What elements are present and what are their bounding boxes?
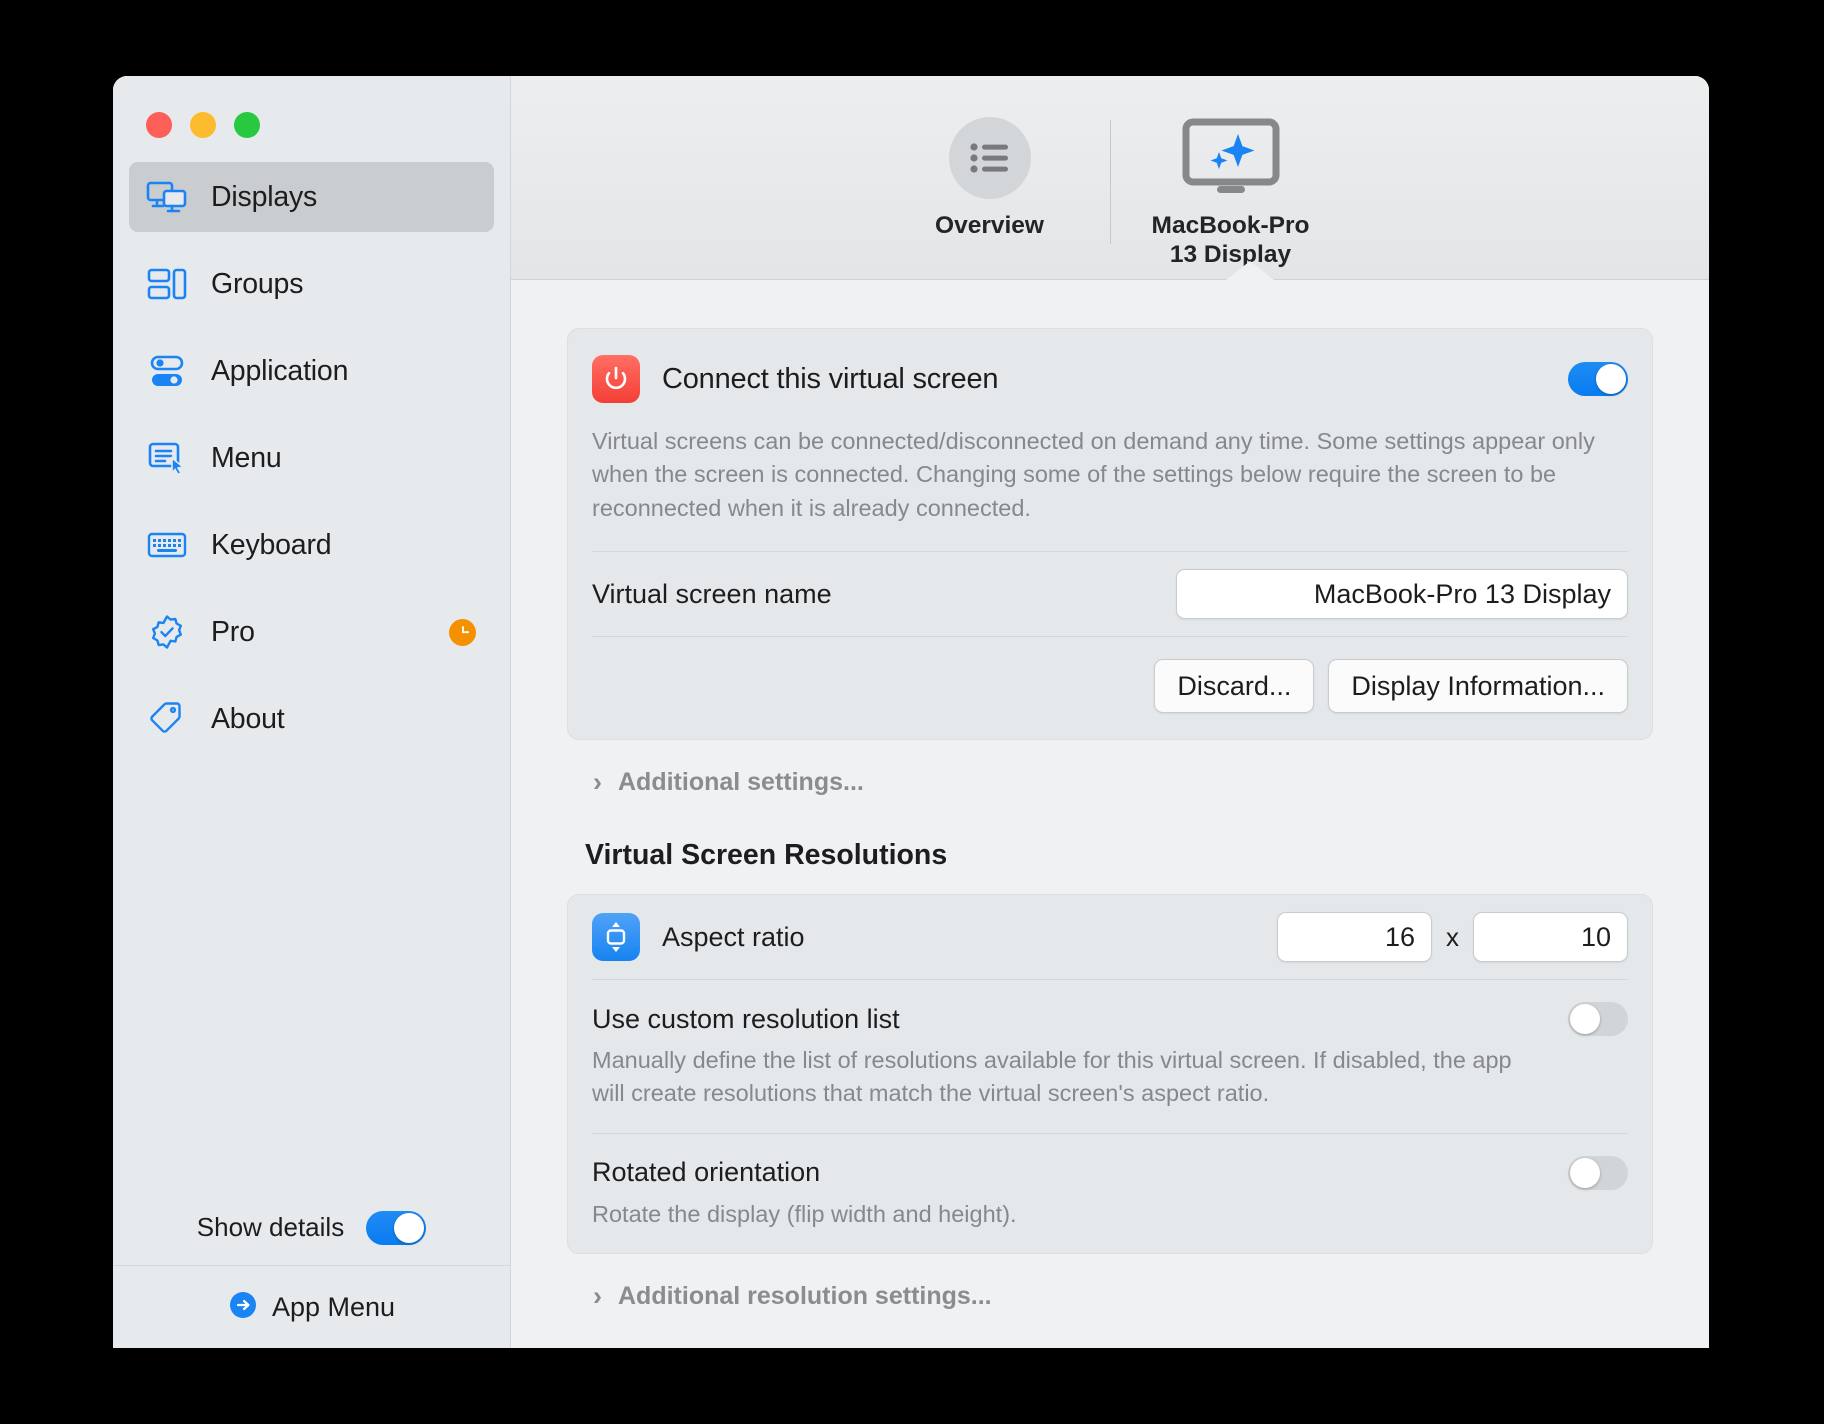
groups-icon [145, 262, 189, 306]
keyboard-icon [145, 523, 189, 567]
app-menu-label: App Menu [271, 1291, 396, 1322]
toolbar-divider [1109, 120, 1111, 244]
use-custom-resolution-list-label: Use custom resolution list [592, 1003, 900, 1034]
aspect-ratio-label: Aspect ratio [662, 921, 805, 952]
sidebar-item-groups[interactable]: Groups [129, 249, 494, 319]
virtual-screen-name-label: Virtual screen name [592, 578, 832, 609]
connect-toggle[interactable] [1568, 362, 1628, 396]
use-custom-resolution-list-row: Use custom resolution list Manually defi… [592, 980, 1628, 1133]
clock-badge [449, 618, 476, 646]
pro-badge-icon [145, 610, 189, 654]
connect-card-header: Connect this virtual screen [592, 329, 1628, 425]
sidebar: Displays Groups Application Menu Keyboar… [113, 76, 511, 1348]
connect-card: Connect this virtual screen Virtual scre… [567, 328, 1653, 741]
sidebar-item-label: Displays [211, 180, 318, 213]
additional-settings-label: Additional settings... [618, 768, 864, 797]
maximize-button[interactable] [234, 112, 260, 138]
tab-overview-label: Overview [935, 212, 1044, 239]
discard-button[interactable]: Discard... [1154, 659, 1315, 714]
sidebar-item-label: Keyboard [211, 528, 332, 561]
aspect-ratio-separator: x [1446, 921, 1459, 952]
aspect-ratio-height-input[interactable]: 10 [1473, 912, 1628, 963]
show-details-row: Show details [113, 1190, 510, 1266]
sidebar-item-label: About [211, 702, 285, 735]
resolutions-card: Aspect ratio 16 x 10 Use custom resoluti… [567, 894, 1653, 1255]
rotated-orientation-row: Rotated orientation Rotate the display (… [592, 1134, 1628, 1253]
sidebar-item-keyboard[interactable]: Keyboard [129, 510, 494, 580]
rotated-orientation-label: Rotated orientation [592, 1157, 821, 1188]
sidebar-item-label: Application [211, 354, 349, 387]
app-window: Displays Groups Application Menu Keyboar… [113, 76, 1709, 1348]
additional-resolution-settings-disclosure[interactable]: › Additional resolution settings... [567, 1254, 1653, 1311]
close-button[interactable] [146, 112, 172, 138]
sidebar-item-about[interactable]: About [129, 684, 494, 754]
aspect-ratio-row: Aspect ratio 16 x 10 [592, 895, 1628, 979]
rotated-orientation-description: Rotate the display (flip width and heigh… [592, 1200, 1017, 1227]
connect-card-buttons: Discard... Display Information... [592, 637, 1628, 739]
sidebar-item-displays[interactable]: Displays [129, 162, 494, 232]
connect-card-title: Connect this virtual screen [662, 362, 999, 395]
minimize-button[interactable] [190, 112, 216, 138]
app-menu-button[interactable]: App Menu [113, 1266, 510, 1348]
use-custom-resolution-list-description: Manually define the list of resolutions … [592, 1047, 1512, 1107]
display-information-button[interactable]: Display Information... [1328, 659, 1628, 714]
content-pane: Connect this virtual screen Virtual scre… [511, 280, 1709, 1348]
chevron-right-icon: › [593, 767, 602, 798]
list-circle-icon [948, 112, 1031, 204]
tab-overview[interactable]: Overview [890, 112, 1090, 241]
additional-resolution-settings-label: Additional resolution settings... [618, 1282, 992, 1311]
sidebar-item-label: Menu [211, 441, 282, 474]
window-controls [113, 76, 510, 162]
power-icon [592, 355, 640, 403]
tab-macbook-pro-13-display[interactable]: MacBook-Pro 13 Display [1131, 112, 1331, 270]
arrow-right-circle-icon [228, 1290, 258, 1325]
sidebar-nav: Displays Groups Application Menu Keyboar… [113, 162, 510, 771]
aspect-ratio-icon [592, 913, 640, 962]
displays-icon [145, 175, 189, 219]
connect-card-description: Virtual screens can be connected/disconn… [592, 428, 1595, 521]
display-sparkle-icon [1181, 112, 1281, 204]
chevron-right-icon: › [593, 1281, 602, 1312]
toolbar: Overview MacBook-Pro 13 Display [511, 76, 1709, 280]
show-details-toggle[interactable] [366, 1210, 427, 1245]
rotated-orientation-toggle[interactable] [1568, 1155, 1628, 1190]
about-tag-icon [145, 697, 189, 741]
use-custom-resolution-list-toggle[interactable] [1568, 1002, 1628, 1037]
additional-settings-disclosure[interactable]: › Additional settings... [567, 740, 1653, 797]
sidebar-item-application[interactable]: Application [129, 336, 494, 406]
application-icon [145, 349, 189, 393]
sidebar-item-label: Groups [211, 267, 304, 300]
sidebar-item-label: Pro [211, 615, 255, 648]
section-title-resolutions: Virtual Screen Resolutions [585, 839, 948, 872]
selected-tab-arrow [1226, 261, 1274, 280]
show-details-label: Show details [196, 1212, 345, 1242]
menu-icon [145, 436, 189, 480]
virtual-screen-name-input[interactable]: MacBook-Pro 13 Display [1176, 569, 1628, 620]
aspect-ratio-width-input[interactable]: 16 [1277, 912, 1432, 963]
main-area: Overview MacBook-Pro 13 Display Connect … [511, 76, 1709, 1348]
sidebar-item-menu[interactable]: Menu [129, 423, 494, 493]
sidebar-item-pro[interactable]: Pro [129, 597, 494, 667]
virtual-screen-name-row: Virtual screen name MacBook-Pro 13 Displ… [592, 552, 1628, 636]
